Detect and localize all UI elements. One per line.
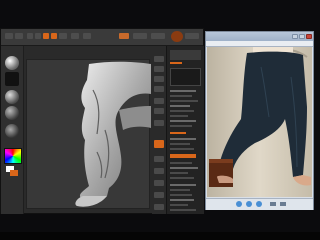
palette-line[interactable] — [170, 204, 188, 206]
edit-mode-button[interactable] — [43, 33, 49, 39]
palette-accent — [170, 62, 182, 64]
maximize-icon[interactable] — [299, 34, 305, 39]
move-button[interactable] — [154, 140, 164, 148]
sculpted-legs-model — [75, 61, 151, 207]
material-icon[interactable] — [5, 124, 19, 138]
taskbar — [0, 232, 320, 240]
browser-title-bar[interactable] — [206, 32, 313, 41]
tool-palette — [166, 46, 204, 214]
zadd-button[interactable] — [119, 33, 129, 39]
draw-size-slider[interactable] — [151, 33, 165, 39]
toolbar-button[interactable] — [59, 33, 67, 39]
palette-line[interactable] — [170, 110, 194, 112]
palette-line[interactable] — [170, 177, 194, 179]
tool-thumbnail[interactable] — [170, 50, 201, 60]
toolbar-button[interactable] — [35, 33, 41, 39]
palette-line[interactable] — [170, 172, 188, 174]
palette-line[interactable] — [170, 162, 192, 164]
palette-line[interactable] — [170, 90, 196, 92]
toolbar-button[interactable] — [71, 33, 79, 39]
browser-status-bar — [206, 198, 313, 210]
brush-icon[interactable] — [5, 56, 19, 70]
palette-line[interactable] — [170, 143, 190, 145]
palette-line[interactable] — [170, 167, 198, 169]
alpha-icon[interactable] — [5, 90, 19, 104]
palette-line[interactable] — [170, 184, 196, 186]
toolbar-button[interactable] — [15, 33, 23, 39]
actual-size-button[interactable] — [154, 76, 164, 82]
zoom-button[interactable] — [154, 66, 164, 72]
zbrush-right-shelf — [152, 46, 166, 214]
play-icon[interactable] — [246, 201, 252, 207]
palette-active-row[interactable] — [170, 154, 196, 158]
palette-line[interactable] — [170, 115, 188, 117]
texture-icon[interactable] — [5, 106, 19, 120]
palette-line[interactable] — [170, 125, 192, 127]
toolbar-button[interactable] — [5, 33, 13, 39]
zbrush-top-toolbar — [1, 29, 203, 46]
solo-button[interactable] — [154, 204, 164, 210]
toolbar-button[interactable] — [185, 33, 199, 39]
pants-reference-image — [207, 47, 312, 197]
draw-mode-button[interactable] — [51, 33, 57, 39]
palette-line[interactable] — [170, 105, 190, 107]
color-picker-icon[interactable] — [4, 148, 22, 164]
previous-icon[interactable] — [236, 201, 242, 207]
palette-line[interactable] — [170, 100, 198, 102]
secondary-color-swatch[interactable] — [10, 170, 18, 176]
reference-photo — [207, 47, 312, 197]
palette-line[interactable] — [170, 209, 196, 211]
minimize-icon[interactable] — [292, 34, 298, 39]
scroll-button[interactable] — [154, 56, 164, 62]
stroke-icon[interactable] — [5, 72, 19, 86]
palette-line[interactable] — [170, 189, 190, 191]
local-button[interactable] — [154, 120, 164, 126]
next-icon[interactable] — [256, 201, 262, 207]
transp-button[interactable] — [154, 192, 164, 198]
palette-line[interactable] — [170, 194, 192, 196]
palette-line[interactable] — [170, 95, 192, 97]
close-icon[interactable] — [306, 34, 312, 39]
toolbar-button[interactable] — [83, 33, 91, 39]
aahalf-button[interactable] — [154, 86, 164, 92]
zbrush-left-shelf — [1, 46, 24, 214]
palette-accent[interactable] — [170, 132, 186, 134]
rgb-intensity-slider[interactable] — [133, 33, 147, 39]
delete-icon[interactable] — [280, 202, 286, 206]
rotate-icon[interactable] — [270, 202, 276, 206]
toolbar-button[interactable] — [27, 33, 33, 39]
polyf-button[interactable] — [154, 180, 164, 186]
subtool-preview[interactable] — [170, 68, 201, 86]
palette-line[interactable] — [170, 120, 196, 122]
palette-line[interactable] — [170, 138, 196, 140]
persp-button[interactable] — [154, 98, 164, 104]
palette-line[interactable] — [170, 199, 194, 201]
zbrush-window — [0, 28, 204, 214]
reference-browser-window — [205, 31, 314, 210]
floor-button[interactable] — [154, 108, 164, 114]
sphere-icon[interactable] — [171, 31, 183, 42]
rotate-button[interactable] — [154, 168, 164, 174]
palette-line[interactable] — [170, 148, 194, 150]
scale-button[interactable] — [154, 156, 164, 162]
zbrush-canvas[interactable] — [26, 59, 151, 209]
